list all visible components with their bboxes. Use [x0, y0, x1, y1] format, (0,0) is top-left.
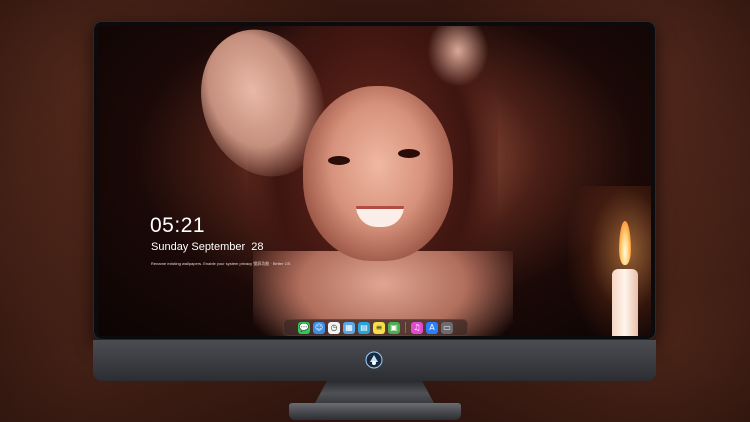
- monitor-bezel: 05:21 Sunday September 28 Rename existin…: [93, 21, 656, 340]
- dock: 💬 ☺ ◷ ▦ ▤ ≡ ▣ ♫ A ▭: [283, 319, 468, 336]
- monitor-stand-base: [289, 403, 461, 420]
- lock-date: Sunday September 28: [151, 241, 264, 253]
- lock-time: 05:21: [150, 214, 206, 237]
- clock-icon[interactable]: ◷: [328, 321, 340, 334]
- clapper-icon[interactable]: ▤: [358, 321, 370, 334]
- messages-icon[interactable]: 💬: [298, 321, 310, 334]
- photos-icon[interactable]: ▦: [343, 321, 355, 334]
- folder-icon[interactable]: ▭: [441, 321, 453, 334]
- preview-icon[interactable]: ▣: [388, 321, 400, 334]
- notes-icon[interactable]: ≡: [373, 321, 385, 334]
- dock-separator: [405, 322, 406, 333]
- candle-glow: [568, 186, 651, 336]
- wallpaper-eye-right: [398, 149, 420, 158]
- app-store-icon[interactable]: A: [426, 321, 438, 334]
- wallpaper-eye-left: [328, 156, 350, 165]
- music-icon[interactable]: ♫: [411, 321, 423, 334]
- monitor-stand-neck: [315, 381, 434, 403]
- wallpaper-face: [303, 86, 453, 261]
- candle: [612, 269, 638, 336]
- finder-icon[interactable]: ☺: [313, 321, 325, 334]
- brand-logo-icon: [365, 351, 383, 369]
- monitor: 05:21 Sunday September 28 Rename existin…: [93, 21, 656, 381]
- lock-tip: Rename existing wallpapers. Enable your …: [151, 261, 291, 266]
- monitor-chin: [93, 340, 656, 381]
- lock-screen[interactable]: 05:21 Sunday September 28 Rename existin…: [98, 26, 651, 336]
